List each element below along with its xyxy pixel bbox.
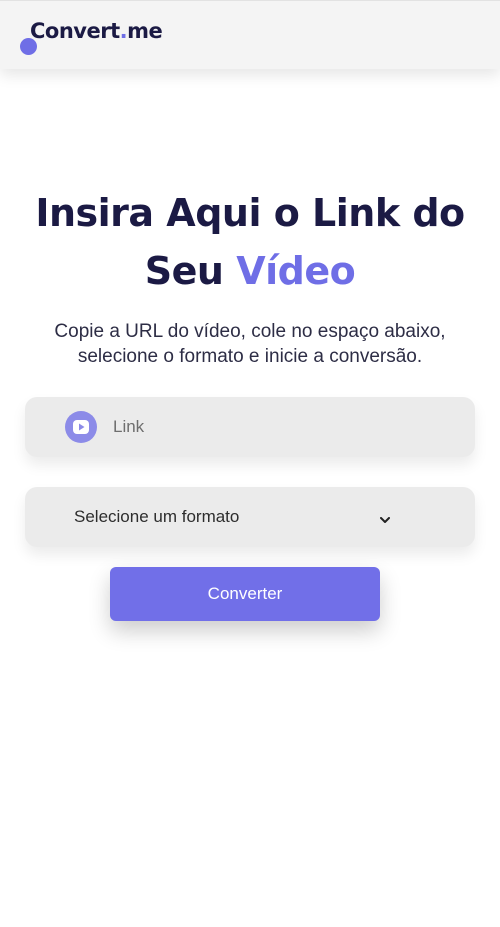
page-subtitle: Copie a URL do vídeo, cole no espaço aba… xyxy=(54,321,446,367)
chevron-down-icon xyxy=(380,511,390,529)
title-accent: Vídeo xyxy=(236,249,356,293)
logo-text: Convert.me xyxy=(30,19,163,43)
site-header: Convert.me xyxy=(0,0,500,69)
logo[interactable]: Convert.me xyxy=(20,19,200,55)
title-line-2-prefix: Seu xyxy=(144,249,237,293)
link-field xyxy=(25,397,475,457)
title-line-1: Insira Aqui o Link do xyxy=(35,191,465,235)
logo-part2: me xyxy=(127,19,163,43)
youtube-glyph xyxy=(73,420,89,434)
page-title: Insira Aqui o Link do Seu Vídeo xyxy=(0,184,500,300)
link-input[interactable] xyxy=(111,397,451,457)
format-select[interactable]: Selecione um formato xyxy=(25,487,475,547)
format-selected-value: Selecione um formato xyxy=(74,507,240,526)
logo-part1: Convert xyxy=(30,19,120,43)
youtube-icon xyxy=(65,411,97,443)
logo-separator: . xyxy=(119,19,128,43)
convert-button[interactable]: Converter xyxy=(110,567,380,621)
